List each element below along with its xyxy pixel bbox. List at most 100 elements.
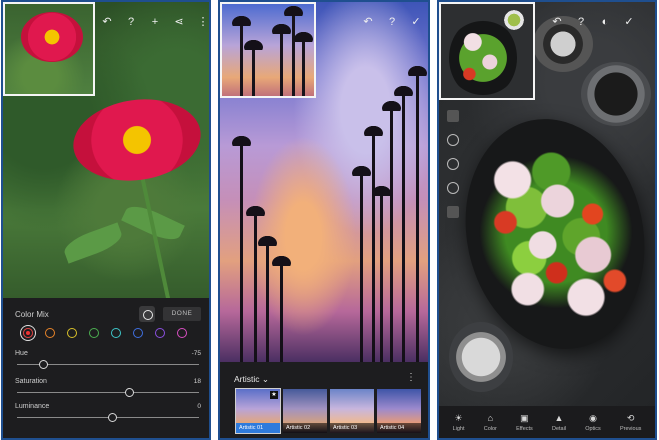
preset-label: Artistic 03	[330, 423, 374, 433]
swatch-orange[interactable]	[45, 328, 55, 338]
tool-detail[interactable]: ▲ Detail	[552, 413, 566, 432]
tool-label: Previous	[620, 425, 642, 432]
sunflower-seeds-bowl	[581, 62, 651, 126]
delete-icon[interactable]	[447, 206, 459, 218]
palm-tree	[389, 82, 418, 362]
tool-optics[interactable]: ◉ Optics	[585, 413, 601, 432]
radial-pin-icon[interactable]	[447, 182, 459, 194]
target-adjust-icon[interactable]	[139, 306, 155, 322]
tool-label: Detail	[551, 425, 567, 432]
original-thumbnail[interactable]	[220, 2, 316, 98]
color-mix-panel: Color Mix DONE Hue -75 Saturation 18 Lum	[3, 298, 209, 438]
palm-tree	[403, 62, 428, 362]
add-icon[interactable]: +	[149, 16, 161, 28]
swatch-red[interactable]	[23, 328, 33, 338]
tool-label: Light	[452, 425, 465, 432]
preset-tile[interactable]: Artistic 02	[283, 389, 327, 433]
palm-tree	[267, 20, 296, 96]
more-icon[interactable]: ⋮	[406, 372, 416, 383]
checkmark-icon[interactable]: ✓	[410, 16, 422, 28]
checkmark-icon[interactable]: ✓	[623, 16, 635, 28]
tool-label: Effects	[516, 425, 533, 432]
zinnia-flower-thumb	[21, 12, 83, 62]
palm-tree	[227, 132, 256, 362]
presets-bar: Artistic ⌄ ⋮ ★ Artistic 01 Artistic 02 A…	[220, 362, 428, 438]
tool-light[interactable]: ☀ Light	[453, 413, 465, 432]
saturation-slider[interactable]: Saturation 18	[15, 378, 201, 397]
palm-tree	[347, 162, 376, 362]
compare-icon[interactable]: ◐	[599, 16, 611, 28]
preset-thumbnails: ★ Artistic 01 Artistic 02 Artistic 03 Ar…	[235, 388, 421, 434]
preset-tile[interactable]: Artistic 03	[330, 389, 374, 433]
sun-icon: ☀	[454, 412, 463, 423]
preset-group-dropdown[interactable]: Artistic ⌄	[234, 374, 269, 385]
preset-label: Artistic 04	[377, 423, 421, 433]
lens-icon: ◉	[589, 412, 597, 423]
more-icon[interactable]: ⋮	[197, 16, 209, 28]
palm-tree	[267, 252, 296, 362]
slider-knob[interactable]	[39, 360, 49, 369]
palm-tree	[377, 97, 406, 362]
slider-value: 0	[197, 403, 201, 410]
swatch-yellow[interactable]	[67, 328, 77, 338]
screen-presets: ↶ ? ✓ Artistic ⌄ ⋮ ★ Artistic 01 Artisti…	[218, 0, 430, 440]
preset-label: Artistic 01	[236, 423, 280, 433]
radial-pin-icon[interactable]	[447, 158, 459, 170]
tool-previous[interactable]: ⟲ Previous	[620, 413, 641, 432]
top-toolbar: ↶ ? ◐ ✓	[551, 16, 635, 28]
tool-label: Optics	[585, 425, 601, 432]
preset-tile[interactable]: ★ Artistic 01	[235, 388, 281, 434]
screen-salad-edit: ↶ ? ◐ ✓ ☀ Light ⌂ Color ▣ Effects ▲ Deta…	[437, 0, 657, 440]
screen-color-mix: ↶ ? + ⋖ ⋮ Color Mix DONE Hue -75 Saturat…	[1, 0, 211, 440]
effects-icon: ▣	[520, 412, 529, 423]
tool-label: Color	[483, 425, 497, 432]
slider-label: Luminance	[15, 403, 50, 410]
swatch-blue[interactable]	[133, 328, 143, 338]
color-mix-title: Color Mix	[15, 310, 49, 319]
tool-effects[interactable]: ▣ Effects	[516, 413, 533, 432]
help-icon[interactable]: ?	[125, 16, 137, 28]
swatch-green[interactable]	[89, 328, 99, 338]
swatch-aqua[interactable]	[111, 328, 121, 338]
swatch-magenta[interactable]	[177, 328, 187, 338]
luminance-slider[interactable]: Luminance 0	[15, 403, 201, 422]
palm-tree	[359, 122, 388, 362]
tool-color[interactable]: ⌂ Color	[484, 413, 497, 432]
top-toolbar: ↶ ? ✓	[362, 16, 422, 28]
swatch-purple[interactable]	[155, 328, 165, 338]
done-button[interactable]: DONE	[163, 307, 201, 321]
palm-tree	[367, 182, 396, 362]
help-icon[interactable]: ?	[575, 16, 587, 28]
radial-pin-icon[interactable]	[447, 134, 459, 146]
leaf-shape	[61, 222, 125, 264]
preset-tile[interactable]: Artistic 04	[377, 389, 421, 433]
thermometer-icon: ⌂	[487, 412, 494, 423]
undo-icon[interactable]: ↶	[101, 16, 113, 28]
help-icon[interactable]: ?	[386, 16, 398, 28]
brush-icon[interactable]	[447, 110, 459, 122]
side-bowl-thumb	[501, 8, 527, 32]
undo-icon[interactable]: ↶	[551, 16, 563, 28]
palm-tree	[289, 28, 314, 96]
color-swatches	[23, 328, 187, 338]
edit-tools-bar: ☀ Light ⌂ Color ▣ Effects ▲ Detail ◉ Opt…	[439, 406, 655, 438]
slider-value: -75	[191, 350, 201, 357]
zinnia-flower	[68, 91, 206, 189]
slider-knob[interactable]	[124, 388, 134, 397]
previous-icon: ⟲	[626, 412, 635, 423]
original-thumbnail[interactable]	[439, 2, 535, 100]
slider-track[interactable]	[17, 392, 199, 393]
original-thumbnail[interactable]	[3, 2, 95, 96]
slider-label: Hue	[15, 350, 28, 357]
selective-tools	[447, 110, 459, 218]
chevron-down-icon: ⌄	[261, 374, 269, 384]
triangle-icon: ▲	[554, 412, 564, 423]
undo-icon[interactable]: ↶	[362, 16, 374, 28]
palm-tree	[239, 36, 268, 96]
slider-label: Saturation	[15, 378, 47, 385]
hue-slider[interactable]: Hue -75	[15, 350, 201, 369]
slider-knob[interactable]	[108, 413, 117, 422]
share-icon[interactable]: ⋖	[173, 16, 185, 28]
palm-tree	[279, 4, 308, 96]
salt-bowl	[449, 322, 513, 392]
